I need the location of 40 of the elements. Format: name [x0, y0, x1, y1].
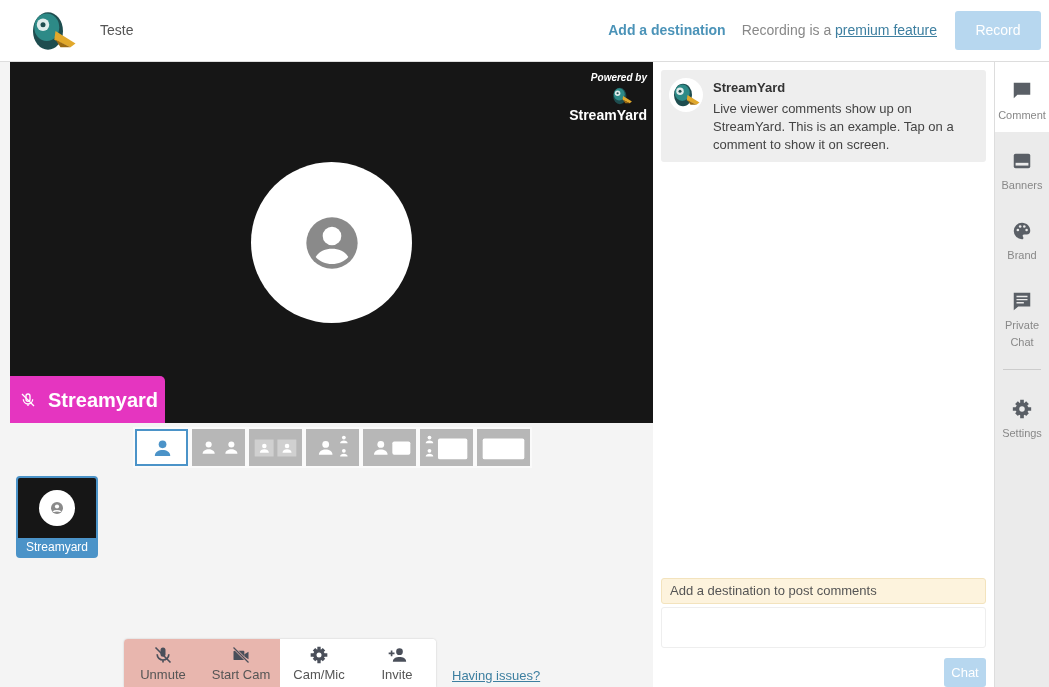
person-icon [303, 214, 360, 271]
layout-button[interactable] [477, 429, 530, 466]
powered-by-label: Powered by [590, 71, 647, 85]
mic-off-icon [153, 645, 173, 665]
add-destination-link[interactable]: Add a destination [608, 20, 726, 41]
premium-feature-link[interactable]: premium feature [835, 22, 937, 38]
layout-button[interactable] [420, 429, 473, 466]
recording-note: Recording is a premium feature [741, 21, 937, 40]
chat-icon [1011, 290, 1033, 312]
help-link[interactable]: Having issues? [452, 665, 541, 685]
sidebar-item[interactable]: Settings [995, 380, 1049, 450]
sidebar-item[interactable]: Private Chat [995, 272, 1049, 359]
comment-author: StreamYard [713, 79, 787, 97]
camera-off-icon [231, 645, 251, 665]
palette-icon [1011, 220, 1033, 242]
comment-card[interactable]: StreamYard Live viewer comments show up on StreamYard. This is an example. Tap on a comment to show it on screen. [661, 70, 986, 162]
gear-icon [1011, 398, 1033, 420]
broadcast-title: Teste [100, 21, 134, 40]
layout-button[interactable] [135, 429, 188, 466]
control-button[interactable]: Unmute [124, 639, 202, 687]
gear-icon [309, 645, 329, 665]
brand-name: StreamYard [569, 106, 647, 125]
duck-icon [611, 85, 633, 107]
layout-button[interactable] [249, 429, 302, 466]
comment-notice: Add a destination to post comments [661, 578, 986, 604]
layout-button[interactable] [306, 429, 359, 466]
sidebar-item[interactable]: Comment [995, 62, 1049, 132]
layout-button[interactable] [363, 429, 416, 466]
control-button[interactable]: Cam/Mic [280, 639, 358, 687]
sidebar-item[interactable]: Banners [995, 132, 1049, 202]
sidebar-item[interactable]: Brand [995, 202, 1049, 272]
participant-name: Streamyard [48, 387, 159, 413]
participant-thumbnail[interactable]: Streamyard [16, 476, 98, 558]
add-person-icon [387, 645, 407, 665]
control-button[interactable]: Invite [358, 639, 436, 687]
avatar-icon [39, 490, 75, 526]
participant-label: Streamyard [25, 539, 89, 556]
control-button[interactable]: Start Cam [202, 639, 280, 687]
comment-text: Live viewer comments show up on StreamYard. This is an example. Tap on a comment to show it on screen. [713, 99, 955, 154]
layout-button[interactable] [192, 429, 245, 466]
